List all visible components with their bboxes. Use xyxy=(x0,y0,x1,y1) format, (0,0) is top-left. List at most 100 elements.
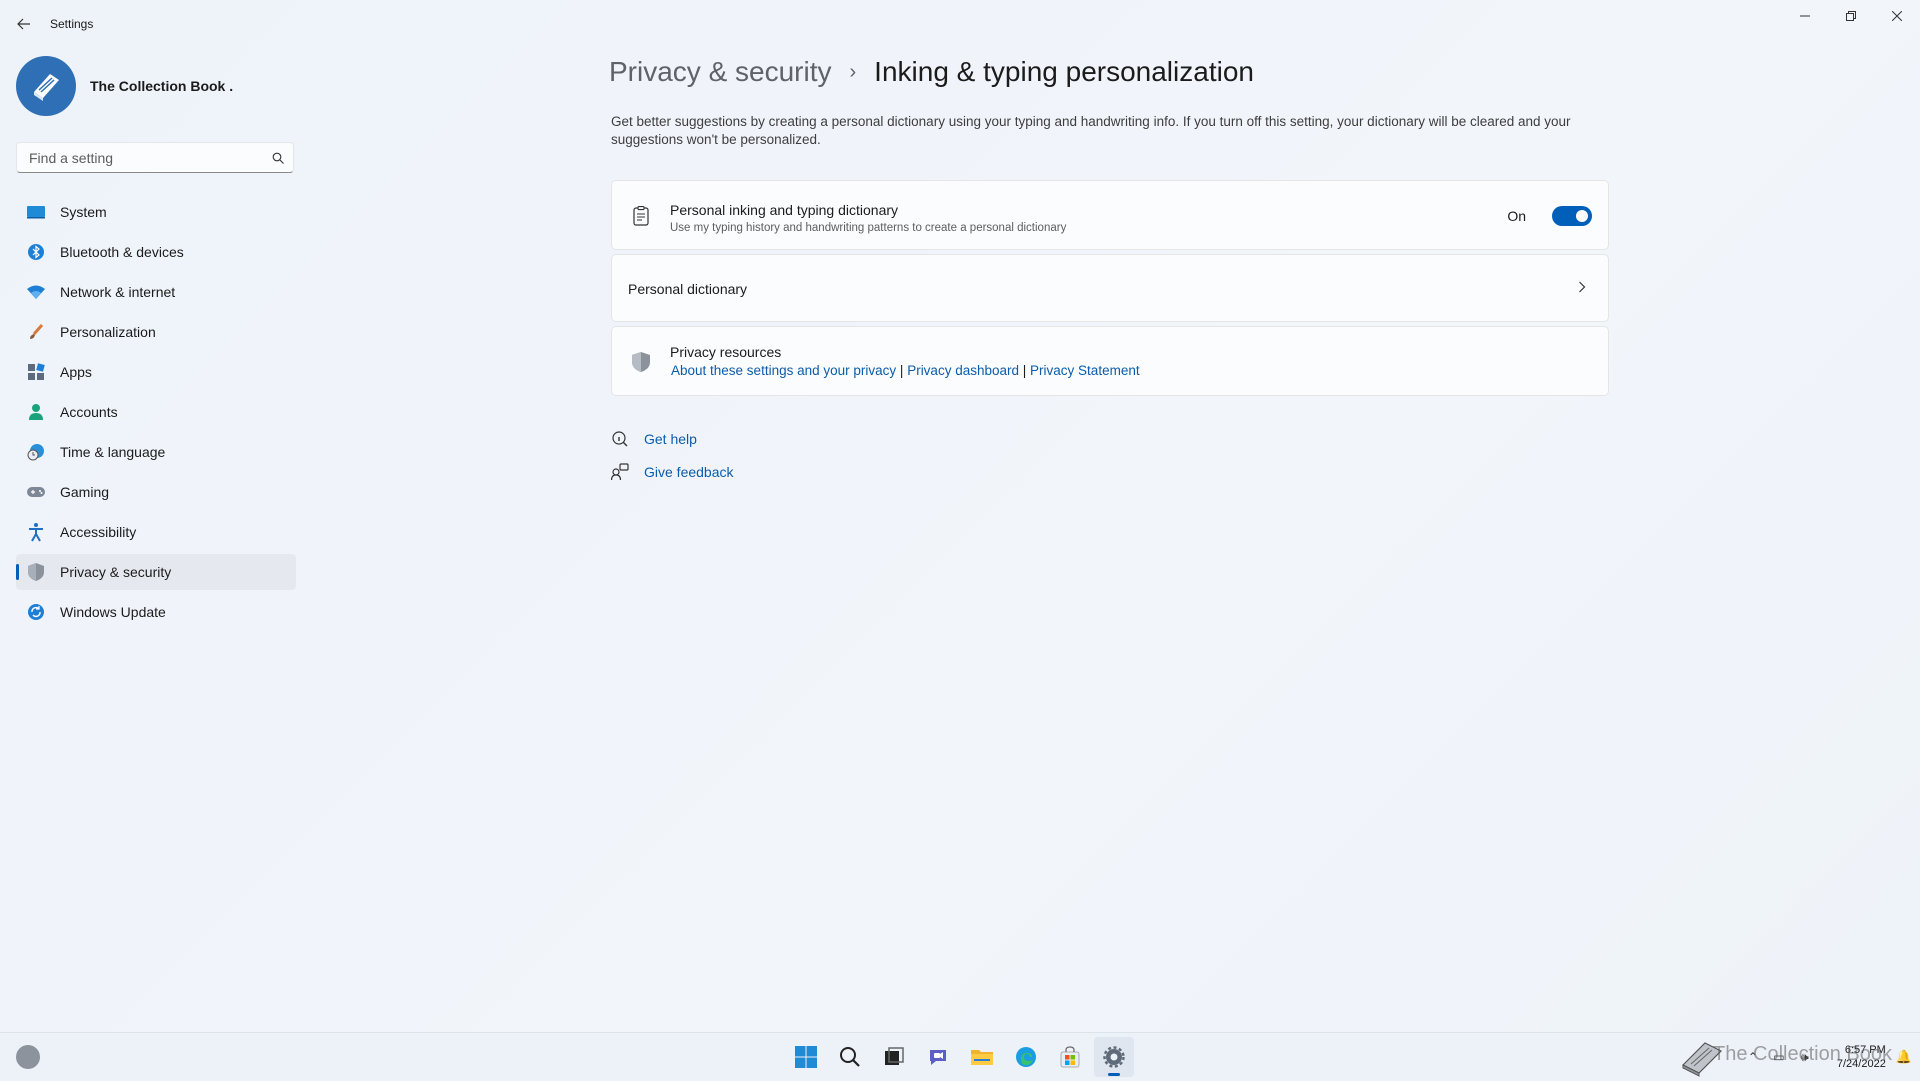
sidebar-item-windows-update[interactable]: Windows Update xyxy=(16,594,296,630)
taskbar-search-button[interactable] xyxy=(830,1037,870,1077)
page-title: Inking & typing personalization xyxy=(874,56,1254,87)
sidebar-item-bluetooth[interactable]: Bluetooth & devices xyxy=(16,234,296,270)
breadcrumb: Privacy & security › Inking & typing per… xyxy=(609,56,1254,88)
file-explorer-icon xyxy=(971,1050,993,1065)
notification-icon[interactable]: 🔔 xyxy=(1896,1049,1912,1065)
privacy-resources-links: About these settings and your privacy | … xyxy=(671,363,1140,378)
sidebar-item-label: Privacy & security xyxy=(60,564,172,580)
user-profile[interactable]: The Collection Book . xyxy=(16,56,233,116)
app-title: Settings xyxy=(50,17,94,31)
profile-name: The Collection Book . xyxy=(90,78,234,94)
globe-clock-icon xyxy=(26,442,46,462)
watermark-text: The Collection Book xyxy=(1713,1043,1892,1065)
store-icon xyxy=(1060,1046,1080,1068)
help-chat-icon xyxy=(610,429,630,449)
privacy-resources-title: Privacy resources xyxy=(670,344,782,360)
taskbar: ⌃ ▭ 🕪 6:57 PM 7/24/2022 🔔 The Collection… xyxy=(0,1032,1920,1080)
personal-dictionary-label: Personal dictionary xyxy=(628,281,748,297)
privacy-resources-card: Privacy resources About these settings a… xyxy=(611,326,1609,396)
chat-icon xyxy=(930,1050,946,1065)
breadcrumb-parent[interactable]: Privacy & security xyxy=(609,56,832,88)
sidebar-item-network[interactable]: Network & internet xyxy=(16,274,296,310)
dictionary-setting-title: Personal inking and typing dictionary xyxy=(670,202,899,218)
dictionary-setting-subtitle: Use my typing history and handwriting pa… xyxy=(670,222,1067,234)
search-box xyxy=(16,142,294,173)
restore-button[interactable] xyxy=(1828,0,1874,32)
shield-icon xyxy=(26,562,46,582)
sidebar-item-privacy-security[interactable]: Privacy & security xyxy=(16,554,296,590)
start-button[interactable] xyxy=(786,1037,826,1077)
start-icon xyxy=(795,1046,817,1068)
system-tray: ⌃ ▭ 🕪 6:57 PM 7/24/2022 🔔 The Collection… xyxy=(1677,1033,1912,1081)
sidebar-item-label: Windows Update xyxy=(60,604,166,620)
give-feedback-row: Give feedback xyxy=(610,462,734,482)
accessibility-icon xyxy=(26,522,46,542)
window-controls xyxy=(1782,0,1920,32)
shield-icon xyxy=(630,351,652,373)
title-bar: Settings xyxy=(0,0,1920,48)
search-icon[interactable] xyxy=(263,152,293,164)
sidebar-item-label: Apps xyxy=(60,364,92,380)
close-button[interactable] xyxy=(1874,0,1920,32)
sidebar-item-personalization[interactable]: Personalization xyxy=(16,314,296,350)
settings-icon xyxy=(1103,1046,1125,1068)
sidebar-item-accessibility[interactable]: Accessibility xyxy=(16,514,296,550)
edge-button[interactable] xyxy=(1006,1037,1046,1077)
search-input[interactable] xyxy=(27,148,263,167)
update-icon xyxy=(26,602,46,622)
sidebar-item-label: System xyxy=(60,204,107,220)
sidebar-item-time-language[interactable]: Time & language xyxy=(16,434,296,470)
dictionary-setting-card: Personal inking and typing dictionary Us… xyxy=(611,180,1609,250)
back-button[interactable] xyxy=(12,12,36,36)
settings-window: Settings The Collection Book . Find a se… xyxy=(0,0,1920,1032)
file-explorer-button[interactable] xyxy=(962,1037,1002,1077)
task-view-icon xyxy=(885,1047,904,1065)
person-icon xyxy=(26,402,46,422)
sidebar-item-label: Gaming xyxy=(60,484,110,500)
system-icon xyxy=(26,202,46,222)
privacy-dashboard-link[interactable]: Privacy dashboard xyxy=(907,363,1019,378)
back-arrow-icon xyxy=(17,18,30,30)
settings-taskbar-button[interactable] xyxy=(1094,1037,1134,1077)
wifi-icon xyxy=(26,282,46,302)
sidebar-item-gaming[interactable]: Gaming xyxy=(16,474,296,510)
sidebar-item-system[interactable]: System xyxy=(16,194,296,230)
privacy-statement-link[interactable]: Privacy Statement xyxy=(1030,363,1140,378)
get-help-link[interactable]: Get help xyxy=(644,431,697,447)
give-feedback-link[interactable]: Give feedback xyxy=(644,464,734,480)
widgets-icon[interactable] xyxy=(16,1045,40,1069)
link-divider: | xyxy=(899,363,904,378)
restore-icon xyxy=(1846,11,1856,21)
sidebar-item-apps[interactable]: Apps xyxy=(16,354,296,390)
chat-button[interactable] xyxy=(918,1037,958,1077)
clipboard-icon xyxy=(630,205,652,227)
personal-dictionary-row[interactable]: Personal dictionary xyxy=(611,254,1609,322)
feedback-icon xyxy=(610,462,630,482)
dictionary-toggle[interactable] xyxy=(1552,206,1592,226)
sidebar-item-label: Personalization xyxy=(60,324,156,340)
edge-icon xyxy=(1016,1047,1036,1067)
brush-icon xyxy=(26,322,46,342)
link-divider: | xyxy=(1022,363,1027,378)
task-view-button[interactable] xyxy=(874,1037,914,1077)
sidebar-item-label: Time & language xyxy=(60,444,166,460)
sidebar-item-label: Network & internet xyxy=(60,284,176,300)
page-description: Get better suggestions by creating a per… xyxy=(611,114,1571,147)
get-help-row: Get help xyxy=(610,429,697,449)
chevron-right-icon xyxy=(1574,279,1590,295)
taskbar-apps xyxy=(786,1037,1138,1077)
bluetooth-icon xyxy=(26,242,46,262)
about-privacy-link[interactable]: About these settings and your privacy xyxy=(671,363,896,378)
sidebar-item-accounts[interactable]: Accounts xyxy=(16,394,296,430)
store-button[interactable] xyxy=(1050,1037,1090,1077)
sidebar-nav: System Bluetooth & devices Network & int… xyxy=(16,194,296,634)
minimize-button[interactable] xyxy=(1782,0,1828,32)
toggle-state-label: On xyxy=(1507,208,1526,224)
avatar xyxy=(16,56,76,116)
close-icon xyxy=(1892,11,1902,21)
search-icon xyxy=(840,1047,860,1067)
minimize-icon xyxy=(1800,15,1810,17)
book-icon xyxy=(34,74,59,101)
breadcrumb-separator-icon: › xyxy=(849,60,857,83)
sidebar-item-label: Accessibility xyxy=(60,524,137,540)
